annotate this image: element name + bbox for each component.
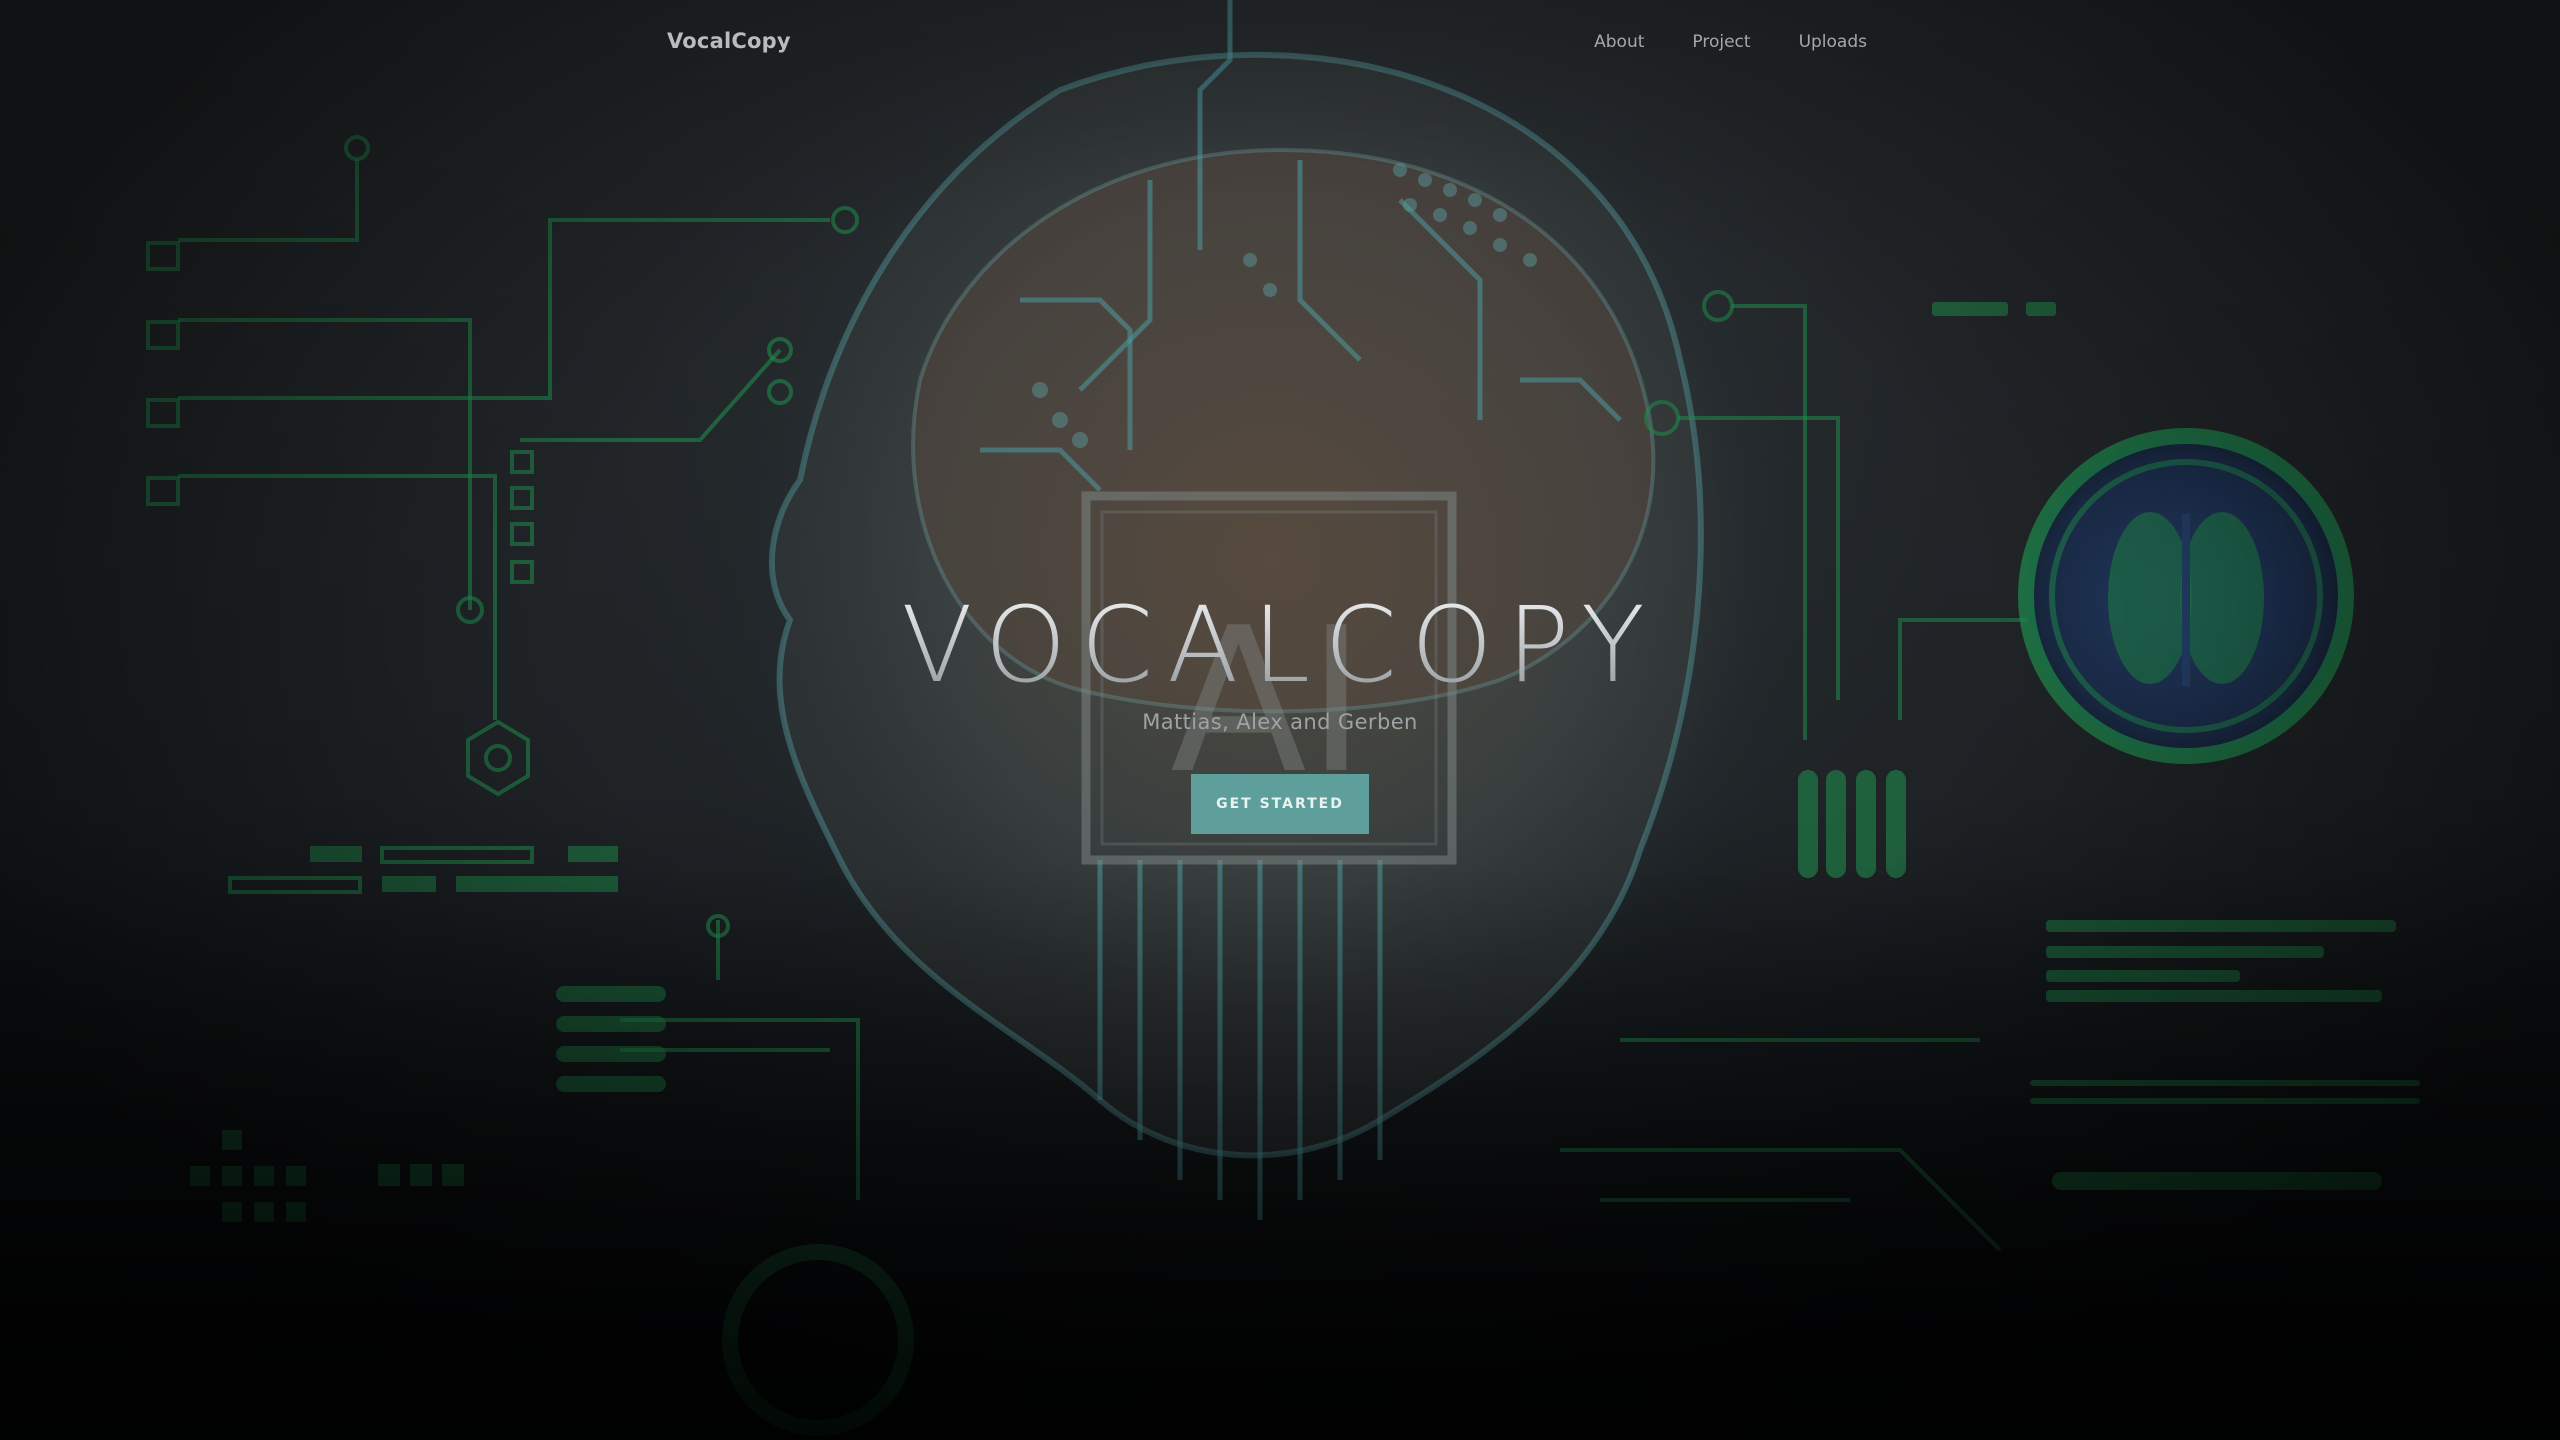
hero-section: VOCALCOPY Mattias, Alex and Gerben GET S… <box>0 590 2560 834</box>
hero-title: VOCALCOPY <box>0 590 2560 700</box>
hero-subtitle: Mattias, Alex and Gerben <box>1142 710 1418 734</box>
get-started-button[interactable]: GET STARTED <box>1191 774 1369 834</box>
navbar: VocalCopy About Project Uploads <box>0 0 2560 86</box>
left-bottom-ring <box>722 1244 914 1436</box>
nav-links: About Project Uploads <box>1594 32 1867 52</box>
page: AI VocalCopy About Project Uploads VOCAL… <box>0 0 2560 1440</box>
nav-link-about[interactable]: About <box>1594 32 1644 52</box>
left-circuit-bars <box>190 846 666 1222</box>
nav-link-uploads[interactable]: Uploads <box>1799 32 1867 52</box>
nav-link-project[interactable]: Project <box>1692 32 1750 52</box>
brand-logo-link[interactable]: VocalCopy <box>667 29 791 53</box>
